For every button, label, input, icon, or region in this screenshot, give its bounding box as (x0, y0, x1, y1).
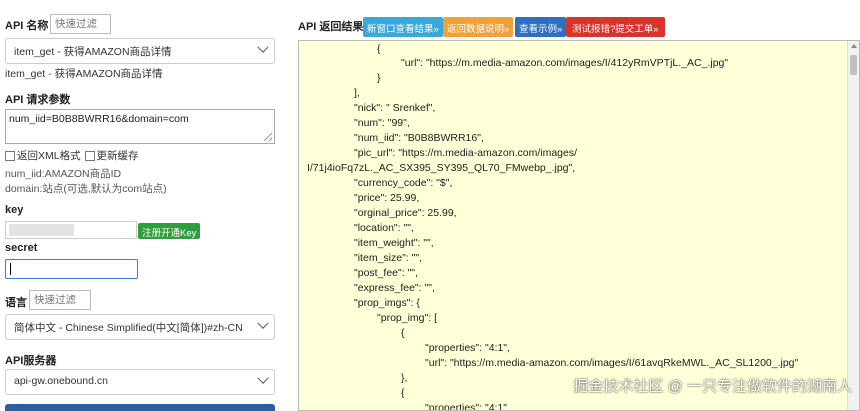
json-line: "url": "https://m.media-amazon.com/image… (425, 357, 799, 369)
json-line: "orginal_price": 25.99, (354, 207, 457, 219)
json-line: "post_fee": "", (354, 267, 418, 279)
json-line: "num": "99", (354, 117, 410, 129)
options-row: 返回XML格式 更新缓存 (5, 148, 139, 163)
json-line: "num_iid": "B0B8BWRR16", (354, 132, 484, 144)
api-description: item_get - 获得AMAZON商品详情 (5, 68, 163, 80)
text-cursor (10, 263, 11, 275)
json-line: "express_fee": "", (354, 282, 435, 294)
scroll-up-arrow-icon[interactable] (851, 44, 857, 48)
new-window-button[interactable]: 新窗口查看结果» (363, 17, 443, 37)
json-line: "prop_imgs": { (354, 297, 420, 309)
chevron-down-icon (257, 317, 269, 329)
api-select-value: item_get - 获得AMAZON商品详情 (14, 46, 172, 58)
json-line: "prop_img": [ (377, 312, 437, 324)
hint-num-iid: num_iid:AMAZON商品ID (5, 168, 122, 180)
json-line: "properties": "4:1", (425, 402, 510, 411)
language-select-value: 简体中文 - Chinese Simplified(中文[简体])#zh-CN (14, 322, 243, 334)
submit-button[interactable] (5, 404, 275, 411)
json-line: "item_size": "", (354, 252, 423, 264)
json-line: "properties": "4:1", (425, 342, 510, 354)
secret-label: secret (5, 242, 38, 254)
json-line: { (377, 43, 381, 55)
chevron-down-icon (257, 372, 269, 384)
api-filter-input[interactable] (50, 14, 111, 34)
json-line: "currency_code": "$", (354, 177, 453, 189)
server-select-value: api-gw.onebound.cn (14, 375, 108, 387)
json-line: { (401, 387, 405, 399)
api-name-label: API 名称 (5, 20, 49, 32)
refresh-cache-checkbox[interactable] (84, 151, 95, 162)
json-line: } (377, 72, 381, 84)
params-value: num_iid=B0B8BWRR16&domain=com (9, 113, 189, 125)
vertical-scrollbar[interactable] (847, 41, 859, 410)
json-line: "pic_url": "https://m.media-amazon.com/i… (354, 147, 578, 159)
json-line: "price": 25.99, (354, 192, 420, 204)
refresh-cache-label: 更新缓存 (96, 150, 139, 162)
return-desc-button[interactable]: 返回数据说明» (443, 17, 514, 37)
hint-domain: domain:站点(可选,默认为com站点) (5, 183, 167, 195)
api-select[interactable]: item_get - 获得AMAZON商品详情 (5, 38, 275, 64)
xml-format-checkbox[interactable] (5, 151, 15, 162)
watermark: 掘金技术社区 @ 一只专注做软件的湖南人 (573, 378, 852, 395)
json-line: { (401, 327, 405, 339)
params-label: API 请求参数 (5, 94, 71, 106)
json-line: "nick": " Srenkef", (354, 102, 436, 114)
json-line: "item_weight": "", (354, 237, 434, 249)
language-select[interactable]: 简体中文 - Chinese Simplified(中文[简体])#zh-CN (5, 314, 275, 340)
register-key-button[interactable]: 注册开通Key (138, 223, 201, 239)
resize-grip-icon[interactable] (264, 133, 272, 141)
json-line: I/71j4ioFq7zL._AC_SX395_SY395_QL70_FMweb… (307, 162, 576, 174)
server-select[interactable]: api-gw.onebound.cn (5, 369, 275, 395)
json-line: }, (401, 372, 408, 384)
json-line: "url": "https://m.media-amazon.com/image… (401, 57, 729, 69)
scrollbar-thumb[interactable] (850, 55, 857, 75)
view-example-button[interactable]: 查看示例» (515, 17, 567, 37)
language-label: 语言 (5, 297, 27, 309)
key-input[interactable] (5, 221, 137, 239)
report-bug-button[interactable]: 测试报错?提交工单» (566, 17, 665, 37)
chevron-down-icon (257, 41, 269, 53)
params-textarea[interactable]: num_iid=B0B8BWRR16&domain=com (5, 109, 275, 144)
json-line: "location": "", (354, 222, 414, 234)
server-label: API服务器 (5, 355, 57, 367)
json-line: ], (354, 87, 360, 99)
key-label: key (5, 204, 24, 216)
key-redacted-mask (9, 224, 74, 236)
result-label: API 返回结果 (298, 21, 364, 33)
xml-format-label: 返回XML格式 (17, 150, 81, 162)
language-filter-input[interactable] (29, 290, 91, 310)
json-result-panel[interactable]: { "url": "https://m.media-amazon.com/ima… (298, 40, 860, 411)
secret-input[interactable] (5, 259, 138, 279)
